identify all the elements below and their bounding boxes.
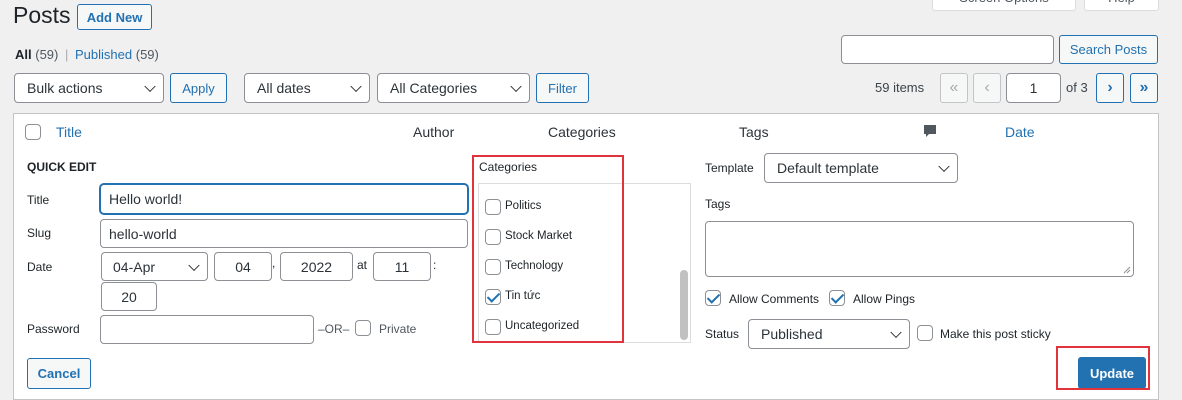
quick-edit-heading: QUICK EDIT: [27, 160, 97, 174]
sticky-label: Make this post sticky: [940, 327, 1051, 341]
page-title: Posts: [13, 2, 71, 28]
status-select[interactable]: Published: [748, 319, 910, 349]
title-input[interactable]: Hello world!: [100, 184, 468, 214]
private-label: Private: [379, 322, 417, 336]
column-categories-header: Categories: [548, 124, 616, 140]
chevron-down-icon: [188, 259, 200, 271]
status-label: Status: [705, 327, 740, 341]
category-scrollbar[interactable]: [680, 270, 688, 340]
view-separator: |: [65, 47, 69, 62]
filter-button[interactable]: Filter: [536, 73, 589, 103]
tags-label: Tags: [705, 197, 731, 211]
screen-options-button[interactable]: Screen Options: [932, 0, 1076, 11]
view-published-count: (59): [135, 47, 159, 62]
bulk-actions-value: Bulk actions: [27, 80, 103, 96]
first-page-button[interactable]: «: [940, 73, 968, 103]
or-separator: –OR–: [318, 322, 350, 336]
date-comma: ,: [272, 256, 276, 270]
allow-comments-checkbox[interactable]: [705, 290, 721, 306]
chevron-down-icon: [890, 326, 902, 339]
chevron-down-icon: [350, 80, 362, 93]
private-checkbox[interactable]: [355, 320, 371, 336]
date-colon: :: [433, 258, 437, 272]
month-select[interactable]: 04-Apr: [101, 252, 208, 281]
prev-page-button[interactable]: ‹: [973, 73, 1001, 103]
table-header: Title Author Categories Tags Date: [13, 113, 1159, 151]
date-at: at: [357, 258, 368, 272]
search-posts-button[interactable]: Search Posts: [1059, 35, 1158, 64]
sticky-checkbox[interactable]: [917, 325, 933, 341]
year-input[interactable]: 2022: [280, 252, 353, 281]
next-page-button[interactable]: ›: [1096, 73, 1124, 103]
template-select[interactable]: Default template: [764, 153, 958, 183]
month-value: 04-Apr: [113, 258, 156, 275]
view-all-count: (59): [35, 47, 59, 62]
password-input[interactable]: [100, 315, 314, 344]
add-new-button[interactable]: Add New: [77, 4, 152, 30]
template-value: Default template: [777, 160, 879, 176]
column-date-header[interactable]: Date: [1005, 124, 1035, 140]
column-tags-header: Tags: [739, 124, 769, 140]
update-highlight-box: [1056, 346, 1150, 390]
template-label: Template: [705, 161, 754, 175]
tags-textarea[interactable]: [705, 221, 1134, 277]
total-pages: of 3: [1066, 80, 1088, 95]
cancel-button[interactable]: Cancel: [27, 358, 91, 389]
password-label: Password: [27, 322, 80, 336]
comments-icon: [922, 123, 938, 142]
minute-input[interactable]: 20: [101, 282, 157, 311]
chevron-down-icon: [144, 80, 156, 93]
view-all[interactable]: All: [15, 47, 32, 62]
allow-comments-label: Allow Comments: [729, 292, 820, 306]
chevron-down-icon: [938, 160, 950, 173]
title-label: Title: [27, 193, 50, 207]
help-button[interactable]: Help: [1084, 0, 1159, 11]
select-all-checkbox[interactable]: [25, 124, 41, 140]
resize-handle-icon[interactable]: [1121, 264, 1131, 274]
categories-highlight-box: [472, 155, 624, 343]
categories-value: All Categories: [390, 80, 478, 96]
column-title-header[interactable]: Title: [56, 124, 82, 140]
date-label: Date: [27, 260, 53, 274]
allow-pings-checkbox[interactable]: [829, 290, 845, 306]
dates-select[interactable]: All dates: [244, 73, 370, 103]
day-input[interactable]: 04: [214, 252, 272, 281]
categories-select[interactable]: All Categories: [377, 73, 530, 103]
status-value: Published: [761, 326, 823, 342]
allow-pings-label: Allow Pings: [853, 292, 916, 306]
slug-input[interactable]: hello-world: [100, 219, 468, 248]
view-published[interactable]: Published: [75, 47, 132, 62]
slug-label: Slug: [27, 226, 52, 240]
hour-input[interactable]: 11: [373, 252, 431, 281]
last-page-button[interactable]: »: [1130, 73, 1158, 103]
dates-value: All dates: [257, 80, 311, 96]
views-filter: All (59) | Published (59): [15, 47, 159, 62]
items-count: 59 items: [875, 80, 925, 95]
chevron-down-icon: [510, 80, 522, 93]
search-input[interactable]: [841, 35, 1054, 64]
column-author-header: Author: [413, 124, 455, 140]
current-page-input[interactable]: 1: [1006, 73, 1061, 103]
apply-button[interactable]: Apply: [170, 73, 227, 103]
bulk-actions-select[interactable]: Bulk actions: [14, 73, 164, 103]
